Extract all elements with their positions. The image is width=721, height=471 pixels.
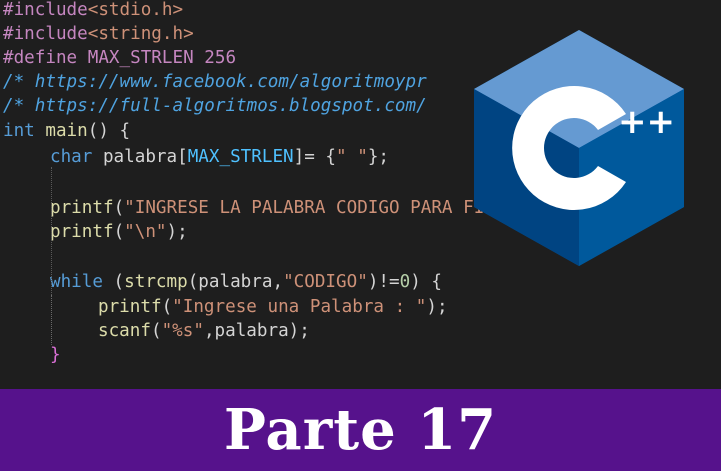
function-name: printf bbox=[50, 222, 114, 242]
code-text: ( bbox=[161, 297, 173, 317]
keyword: while bbox=[50, 272, 103, 292]
code-text: ) { bbox=[410, 272, 442, 292]
string-literal: "CODIGO" bbox=[283, 272, 368, 292]
code-text: ]= { bbox=[293, 147, 337, 167]
code-line-12: while (strcmp(palabra,"CODIGO")!=0) { bbox=[50, 270, 442, 294]
banner-title: Parte 17 bbox=[223, 397, 498, 463]
code-line-1: #include<stdio.h> bbox=[3, 0, 183, 22]
string-literal: "Ingrese una Palabra : " bbox=[172, 297, 427, 317]
logo-plus-text: ++ bbox=[618, 102, 675, 142]
code-line-13: printf("Ingrese una Palabra : "); bbox=[98, 295, 448, 319]
code-text: ,palabra); bbox=[203, 321, 310, 341]
preprocessor-directive: #include bbox=[3, 24, 88, 44]
code-line-14: scanf("%s",palabra); bbox=[98, 319, 310, 343]
preprocessor-directive: #include bbox=[3, 0, 88, 20]
function-name: main bbox=[45, 121, 88, 141]
string-literal: " " bbox=[336, 147, 368, 167]
code-text: palabra[ bbox=[102, 147, 188, 167]
code-line-2: #include<string.h> bbox=[3, 22, 194, 46]
include-header: <stdio.h> bbox=[87, 0, 184, 20]
function-name: strcmp bbox=[124, 272, 188, 292]
code-text: () { bbox=[87, 121, 131, 141]
code-text: ); bbox=[426, 297, 448, 317]
number-literal: 0 bbox=[399, 272, 411, 292]
string-literal: "%s" bbox=[161, 321, 204, 341]
code-text: ( bbox=[113, 198, 125, 218]
code-line-15: } bbox=[50, 345, 61, 365]
code-text: ); bbox=[166, 222, 188, 242]
title-banner: Parte 17 bbox=[0, 389, 721, 471]
code-text: }; bbox=[367, 147, 389, 167]
indent-guide bbox=[51, 295, 52, 343]
code-line-6: int main() { bbox=[3, 119, 130, 143]
keyword: int bbox=[3, 121, 35, 141]
keyword: char bbox=[50, 147, 93, 167]
code-line-3: #define MAX_STRLEN 256 bbox=[3, 48, 237, 68]
include-header: <string.h> bbox=[87, 24, 194, 44]
function-name: printf bbox=[50, 198, 114, 218]
cpp-logo-icon: ++ bbox=[474, 30, 684, 266]
code-line-7: char palabra[MAX_STRLEN]= {" "}; bbox=[50, 145, 389, 169]
code-line-5-comment: /* https://full-algoritmos.blogspot.com/ bbox=[3, 96, 427, 116]
code-text: ( bbox=[102, 272, 125, 292]
function-name: printf bbox=[98, 297, 162, 317]
code-text: ( bbox=[150, 321, 162, 341]
code-text: )!= bbox=[367, 272, 400, 292]
macro-name: MAX_STRLEN bbox=[187, 147, 294, 167]
code-text: ( bbox=[113, 222, 125, 242]
code-line-10: printf("\n"); bbox=[50, 220, 188, 244]
code-text: (palabra, bbox=[187, 272, 284, 292]
code-line-4-comment: /* https://www.facebook.com/algoritmoypr bbox=[3, 72, 427, 92]
string-literal: "\n" bbox=[124, 222, 167, 242]
function-name: scanf bbox=[98, 321, 151, 341]
